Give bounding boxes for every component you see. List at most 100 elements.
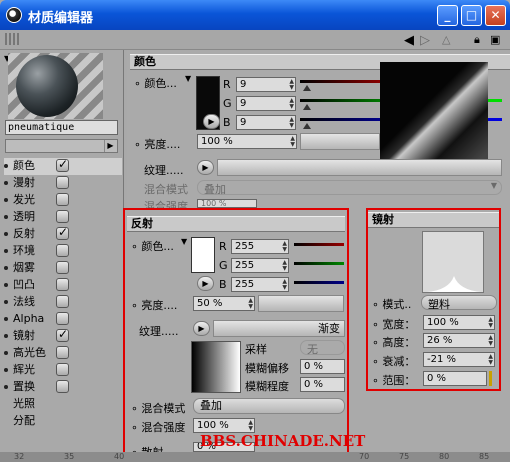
channel-label: 透明	[13, 210, 35, 223]
color-menu-arrow-icon[interactable]: ▼	[185, 74, 191, 83]
channel-item[interactable]: 辉光	[4, 362, 122, 379]
specular-highlight-preview	[380, 62, 488, 174]
brightness-value: 100 %	[201, 136, 233, 147]
timeline-ruler[interactable]: 32 35 40 70 75 80 85	[0, 452, 510, 462]
channel-item[interactable]: 透明	[4, 209, 122, 226]
g-field[interactable]: 9 ▲ ▼	[236, 96, 296, 111]
channel-label: 法线	[13, 295, 35, 308]
channel-checkbox[interactable]	[56, 380, 69, 393]
channel-item[interactable]: Alpha	[4, 311, 122, 328]
g-slider-handle[interactable]	[303, 104, 311, 110]
brightness-field[interactable]: 100 % ▲ ▼	[197, 134, 297, 149]
channel-dot-icon	[4, 283, 8, 287]
channel-item[interactable]: 烟雾	[4, 260, 122, 277]
channel-item[interactable]: 凹凸	[4, 277, 122, 294]
channel-label: 凹凸	[13, 278, 35, 291]
channel-label: 烟雾	[13, 261, 35, 274]
ruler-tick-label: 32	[14, 452, 25, 461]
channel-item[interactable]: 反射	[4, 225, 122, 243]
channel-checkbox[interactable]	[56, 278, 69, 291]
b-slider[interactable]	[300, 118, 380, 121]
color-extra-button[interactable]: ▶	[203, 114, 220, 129]
maximize-button[interactable]: □	[461, 5, 482, 26]
texture-label: 纹理	[144, 164, 166, 177]
channel-label: 置换	[13, 380, 35, 393]
channel-item[interactable]: 置换	[4, 379, 122, 396]
channel-label: 光照	[13, 397, 35, 410]
minimize-button[interactable]: _	[437, 5, 458, 26]
b-slider-handle[interactable]	[303, 123, 311, 129]
channel-dot-icon	[4, 351, 8, 355]
b-value: 9	[240, 117, 247, 128]
lock-icon[interactable]: 🔒︎	[474, 33, 480, 47]
channel-item[interactable]: 镜射	[4, 327, 122, 345]
close-button[interactable]: ✕	[485, 5, 506, 26]
color-label: 颜色	[144, 77, 167, 90]
channel-label: 分配	[13, 414, 35, 427]
channel-item[interactable]: 法线	[4, 294, 122, 311]
channel-item[interactable]: 漫射	[4, 175, 122, 192]
channel-label: 辉光	[13, 363, 35, 376]
channel-dot-icon	[4, 232, 8, 236]
channel-dot-icon	[4, 385, 8, 389]
channel-dot-icon	[4, 181, 8, 185]
channel-checkbox[interactable]	[56, 346, 69, 359]
ruler-tick-label: 85	[479, 452, 490, 461]
ruler-tick-label: 35	[64, 452, 75, 461]
r-field[interactable]: 9 ▲ ▼	[236, 77, 296, 92]
texture-bar[interactable]	[217, 159, 502, 176]
channel-item[interactable]: 光照	[4, 396, 122, 413]
channel-item[interactable]: 环境	[4, 243, 122, 260]
color-blend-strength-field[interactable]: 100 %	[197, 199, 257, 208]
r-value: 9	[240, 79, 247, 90]
channel-item[interactable]: 发光	[4, 192, 122, 209]
channel-checkbox[interactable]	[56, 295, 69, 308]
ruler-tick-label: 40	[114, 452, 125, 461]
channel-checkbox[interactable]	[56, 261, 69, 274]
forward-arrow-icon[interactable]: ▷	[420, 33, 430, 48]
brightness-slider[interactable]	[300, 133, 380, 150]
r-slider[interactable]	[300, 80, 380, 83]
channel-item[interactable]: 高光色	[4, 345, 122, 362]
toolbar	[0, 30, 510, 50]
material-options-bar[interactable]: ▶	[5, 139, 118, 153]
ruler-tick-label: 75	[399, 452, 410, 461]
back-arrow-icon[interactable]: ◀	[404, 33, 414, 48]
channel-dot-icon	[4, 368, 8, 372]
channel-label: 高光色	[13, 346, 46, 359]
g-slider[interactable]	[300, 99, 380, 102]
new-window-icon[interactable]: ▣	[490, 33, 500, 46]
channel-item[interactable]: 颜色	[4, 157, 122, 175]
channel-checkbox[interactable]	[56, 157, 69, 172]
material-preview-sphere[interactable]	[16, 55, 78, 117]
window-title: 材质编辑器	[28, 11, 94, 26]
texture-button[interactable]: ▶	[197, 160, 214, 175]
channel-label: 镜射	[13, 329, 35, 342]
grip-icon[interactable]	[5, 33, 19, 45]
channel-dot-icon	[4, 215, 8, 219]
channel-checkbox[interactable]	[56, 327, 69, 342]
color-blend-mode-select[interactable]: 叠加 ▼	[197, 180, 502, 196]
channel-checkbox[interactable]	[56, 363, 69, 376]
channel-label: 漫射	[13, 176, 35, 189]
channel-checkbox[interactable]	[56, 244, 69, 257]
channel-item[interactable]: 分配	[4, 413, 122, 430]
channel-checkbox[interactable]	[56, 210, 69, 223]
g-slider-end	[488, 99, 502, 102]
brightness-label-row: ∘ 亮度....	[134, 138, 181, 151]
material-name-field[interactable]: pneumatique	[5, 120, 118, 135]
ruler-tick-label: 80	[439, 452, 450, 461]
color-label-row: ∘ 颜色...	[134, 77, 177, 90]
channel-checkbox[interactable]	[56, 193, 69, 206]
channel-checkbox[interactable]	[56, 176, 69, 189]
up-arrow-icon[interactable]: △	[442, 33, 450, 46]
b-field[interactable]: 9 ▲ ▼	[236, 115, 296, 130]
channel-label: 发光	[13, 193, 35, 206]
channel-checkbox[interactable]	[56, 312, 69, 325]
channel-checkbox[interactable]	[56, 225, 69, 240]
b-label: B	[223, 116, 231, 129]
b-slider-end	[488, 118, 502, 121]
r-slider-handle[interactable]	[303, 85, 311, 91]
play-arrow-icon[interactable]: ▶	[104, 140, 116, 152]
channel-dot-icon	[4, 266, 8, 270]
